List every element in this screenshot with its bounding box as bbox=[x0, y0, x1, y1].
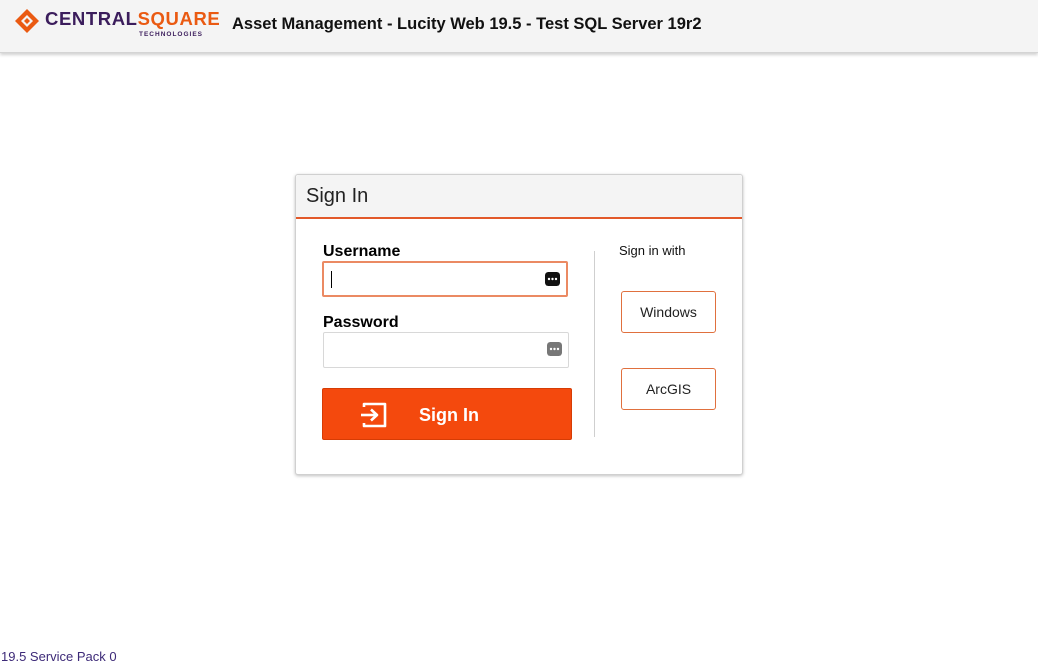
logo-subtitle: TECHNOLOGIES bbox=[139, 31, 204, 38]
sign-in-button-label: Sign In bbox=[419, 405, 479, 425]
logo-wordmark: CENTRALSQUARE bbox=[45, 8, 221, 29]
top-bar: CENTRALSQUARE TECHNOLOGIES Asset Managem… bbox=[0, 0, 1038, 53]
password-manager-icon[interactable] bbox=[547, 342, 562, 356]
sign-in-panel-header: Sign In bbox=[296, 175, 742, 219]
sign-in-panel: Sign In Username Password Sign In Sign i… bbox=[295, 174, 743, 475]
windows-sign-in-button[interactable]: Windows bbox=[621, 291, 716, 333]
sign-in-button[interactable]: Sign In bbox=[322, 388, 572, 440]
password-manager-icon[interactable] bbox=[545, 272, 560, 286]
app-title: Asset Management - Lucity Web 19.5 - Tes… bbox=[232, 15, 702, 33]
logo-mark-icon bbox=[15, 9, 39, 33]
sign-in-with-label: Sign in with bbox=[619, 243, 686, 258]
username-input[interactable] bbox=[322, 261, 568, 297]
username-label: Username bbox=[323, 243, 401, 260]
sign-in-title: Sign In bbox=[306, 185, 369, 207]
text-caret bbox=[331, 271, 332, 288]
divider bbox=[594, 251, 595, 437]
password-label: Password bbox=[323, 314, 399, 331]
version-label: 19.5 Service Pack 0 bbox=[1, 649, 117, 664]
centralsquare-logo: CENTRALSQUARE TECHNOLOGIES bbox=[15, 7, 220, 41]
arcgis-sign-in-button[interactable]: ArcGIS bbox=[621, 368, 716, 410]
password-input[interactable] bbox=[323, 332, 569, 368]
sign-in-icon bbox=[361, 402, 387, 428]
